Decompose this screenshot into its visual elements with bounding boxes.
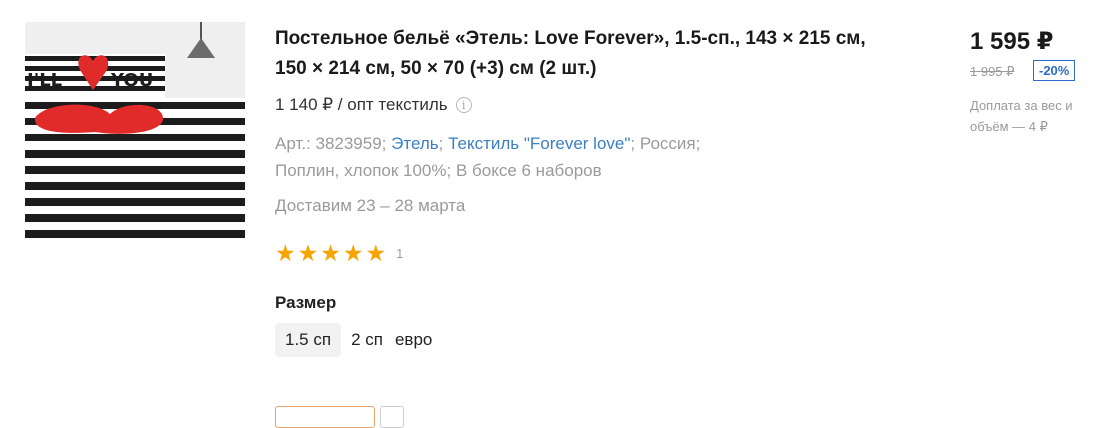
bedding-photo: I'LL YOU (25, 22, 245, 242)
star-icon: ★ (342, 240, 364, 266)
wholesale-price-text: 1 140 ₽ / опт текстиль (275, 95, 448, 114)
svg-text:I'LL: I'LL (27, 70, 62, 91)
add-to-cart-button[interactable] (275, 406, 375, 428)
size-option-2[interactable]: 2 сп (341, 323, 393, 357)
discount-badge: -20% (1033, 60, 1076, 81)
star-icon: ★ (365, 240, 387, 266)
star-icon: ★ (320, 240, 341, 266)
product-image[interactable]: I'LL YOU (25, 22, 245, 242)
article-text: Арт.: 3823959; (275, 134, 392, 153)
collection-link[interactable]: Текстиль "Forever love" (448, 134, 630, 153)
size-label: Размер (275, 293, 337, 312)
favorite-button[interactable] (380, 406, 404, 428)
size-option-1-5[interactable]: 1.5 сп (275, 323, 342, 357)
product-specs: Арт.: 3823959; Этель; Текстиль "Forever … (275, 130, 795, 184)
svg-text:YOU: YOU (110, 70, 153, 91)
star-icon: ★ (275, 240, 296, 266)
current-price: 1 595 ₽ (970, 28, 1054, 55)
size-selector: 1.5 сп 2 сп евро (275, 323, 442, 357)
material-text: Поплин, хлопок 100%; В боксе 6 наборов (275, 161, 602, 180)
delivery-info: Доставим 23 – 28 марта (275, 196, 466, 215)
brand-link[interactable]: Этель (391, 134, 438, 153)
country-text: ; Россия; (630, 134, 701, 153)
size-option-euro[interactable]: евро (393, 323, 442, 357)
wholesale-price: 1 140 ₽ / опт текстиль i (275, 95, 472, 115)
star-icon: ★ (297, 240, 319, 266)
surcharge-note: Доплата за вес и объём — 4 ₽ (970, 98, 1073, 134)
product-title[interactable]: Постельное бельё «Этель: Love Forever», … (275, 24, 875, 84)
spec-separator: ; (438, 134, 449, 153)
review-count[interactable]: 1 (396, 246, 403, 261)
old-price: 1 995 ₽ (970, 64, 1015, 79)
rating[interactable]: ★ ★ ★ ★ ★ 1 (275, 242, 403, 265)
info-icon[interactable]: i (455, 97, 472, 113)
